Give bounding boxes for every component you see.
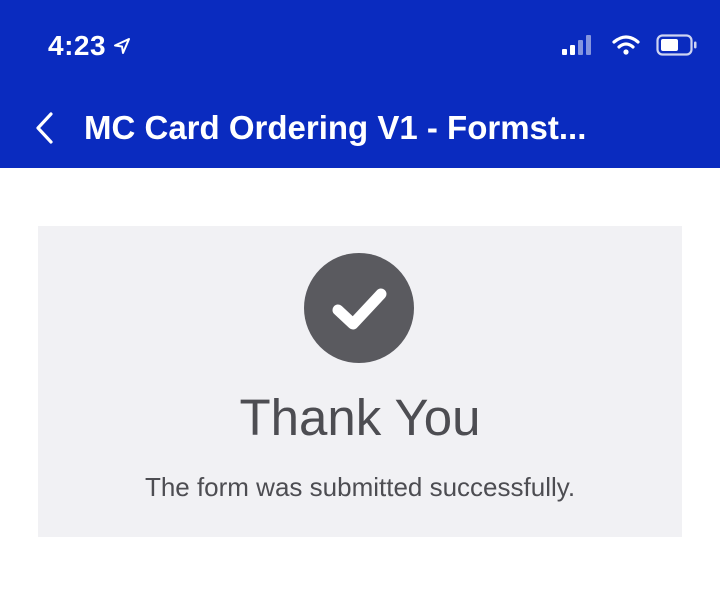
status-bar: 4:23: [0, 0, 720, 90]
page-title: MC Card Ordering V1 - Formst...: [84, 109, 587, 146]
status-time-group: 4:23: [48, 28, 132, 64]
wifi-icon: [612, 35, 640, 55]
check-circle-icon: [304, 253, 414, 363]
status-time: 4:23: [48, 30, 107, 61]
chevron-left-icon: [36, 112, 53, 144]
content-area: Thank You The form was submitted success…: [0, 168, 720, 606]
thank-you-heading: Thank You: [239, 389, 481, 446]
signal-icon: [562, 35, 591, 55]
location-arrow-icon: [114, 38, 131, 54]
confirmation-card: Thank You The form was submitted success…: [38, 226, 682, 537]
success-message: The form was submitted successfully.: [144, 472, 576, 502]
navigation-bar: MC Card Ordering V1 - Formst...: [0, 90, 720, 168]
app-header: 4:23 MC Card Ordering V1 - Formst...: [0, 0, 720, 168]
status-icons: [560, 30, 698, 60]
back-button[interactable]: [26, 108, 62, 148]
form-submitted-screen: 4:23 MC Card Ordering V1 - Formst... Tha…: [0, 0, 720, 606]
battery-icon: [656, 34, 697, 56]
